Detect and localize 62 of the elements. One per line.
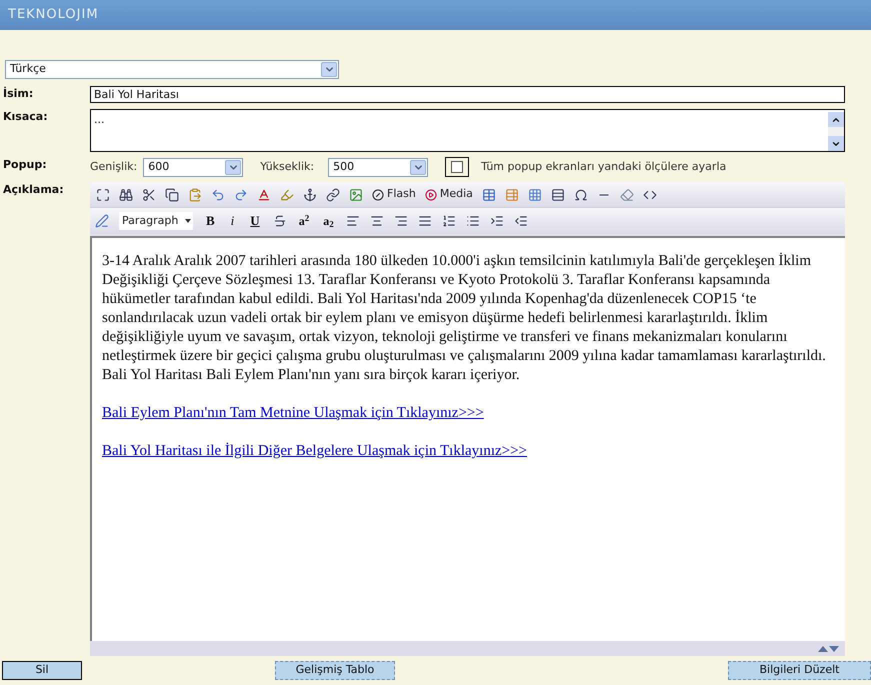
- strikethrough-icon[interactable]: [272, 214, 287, 228]
- format-button[interactable]: i: [228, 211, 238, 231]
- numbered-list-icon[interactable]: [442, 214, 456, 228]
- resize-arrows-icon[interactable]: [818, 646, 839, 652]
- outdent-icon[interactable]: [514, 214, 528, 228]
- document-link[interactable]: Bali Eylem Planı'nın Tam Metnine Ulaşmak için Tıklayınız>>>: [102, 405, 484, 421]
- height-select[interactable]: 500: [328, 158, 428, 176]
- scroll-down-icon[interactable]: [828, 136, 844, 151]
- resize-label: Tüm popup ekranları yandaki ölçülere ayarla: [481, 158, 726, 175]
- resize-checkbox[interactable]: [451, 161, 464, 173]
- name-label: İsim:: [3, 86, 34, 102]
- align-right-icon[interactable]: [394, 214, 408, 228]
- logo: TEKNOLOJIM: [8, 6, 99, 24]
- align-justify-icon[interactable]: [418, 214, 432, 228]
- align-left-icon[interactable]: [346, 214, 360, 228]
- scrollbar[interactable]: [828, 112, 844, 151]
- description-paragraph: 3-14 Aralık Aralık 2007 tarihleri arasında 180 ülkeden 10.000'i aşkın temsilcinin katılımıyla Bali'de gerçekleşen İklim Değişikliği Çerçeve Sözleşmesi 13. Taraflar Konferansı ve Kyoto Protokolü 3. Taraflar Konferansı kapsamında hükümetler tarafından kabul edildi. Bali Yol Haritası'nda 2009 yılında Kopenhag'da düzenlenecek COP15 ‘te sonlandırılacak uzun vadeli ortak bir eylem planı ve emisyon düşürme hedefi belirlenmesi kararlaştırıldı. İklim değişikliğiyle uyum ve savaşım, ortak vizyon, teknoloji geliştirme ve transferi ve finans mekanizmaları konularını netleştirmek üzere bir geçici çalışma grubu oluşturulması ve çalışmalarını 2009 yılına kadar tamamlaması kararlaştırıldı. Bali Yol Haritası Bali Eylem Planı'nın yanı sıra birçok kararı içeriyor.: [102, 252, 827, 385]
- caret-icon: [185, 219, 191, 223]
- search-icon[interactable]: [119, 188, 133, 202]
- flash-button[interactable]: Flash: [372, 186, 416, 203]
- omega-icon[interactable]: [574, 188, 588, 202]
- cut-icon[interactable]: [142, 188, 156, 202]
- copy-icon[interactable]: [165, 188, 179, 202]
- format-select[interactable]: Paragraph: [119, 212, 193, 230]
- script-button[interactable]: a$^{2}$: [296, 212, 312, 230]
- layout-icon[interactable]: [550, 188, 565, 202]
- anchor-icon[interactable]: [303, 188, 317, 202]
- language-select[interactable]: Türkçe: [5, 60, 339, 79]
- popup-label: Popup:: [3, 157, 48, 173]
- name-field[interactable]: Bali Yol Haritası: [90, 86, 845, 103]
- indent-icon[interactable]: [490, 214, 504, 228]
- media-button[interactable]: Media: [424, 186, 473, 203]
- format-button[interactable]: U: [247, 211, 263, 231]
- edit-icon[interactable]: [95, 214, 109, 228]
- description-label: Açıklama:: [3, 182, 65, 198]
- fullscreen-icon[interactable]: [96, 188, 110, 202]
- play-icon: [424, 188, 437, 200]
- format-button[interactable]: B: [203, 211, 218, 231]
- scroll-up-icon[interactable]: [828, 112, 844, 127]
- document-link[interactable]: Bali Yol Haritası ile İlgili Diğer Belgelere Ulaşmak için Tıklayınız>>>: [102, 443, 528, 459]
- highlighter-icon[interactable]: [280, 188, 294, 202]
- redo-icon[interactable]: [234, 188, 248, 202]
- paste-icon[interactable]: [188, 188, 202, 202]
- action-button[interactable]: Bilgileri Düzelt: [728, 661, 871, 680]
- action-button[interactable]: Gelişmiş Tablo: [275, 661, 395, 680]
- action-button[interactable]: Sil: [2, 661, 82, 680]
- summary-text: ...: [94, 112, 104, 128]
- summary-label: Kısaca:: [3, 109, 49, 125]
- width-label: Genişlik:: [90, 158, 138, 175]
- align-center-icon[interactable]: [370, 214, 384, 228]
- undo-icon[interactable]: [211, 188, 225, 202]
- table-icon[interactable]: [482, 188, 496, 202]
- summary-field[interactable]: ...: [90, 109, 845, 152]
- grid-icon[interactable]: [528, 188, 542, 202]
- height-label: Yükseklik:: [260, 158, 314, 175]
- script-button[interactable]: a$_{2}$: [321, 212, 336, 230]
- image-icon[interactable]: [349, 188, 363, 202]
- eraser-icon[interactable]: [620, 188, 634, 202]
- table-edit-icon[interactable]: [504, 188, 519, 202]
- link-icon[interactable]: [326, 188, 340, 202]
- width-select[interactable]: 600: [143, 158, 244, 176]
- text-color-icon[interactable]: [257, 188, 271, 202]
